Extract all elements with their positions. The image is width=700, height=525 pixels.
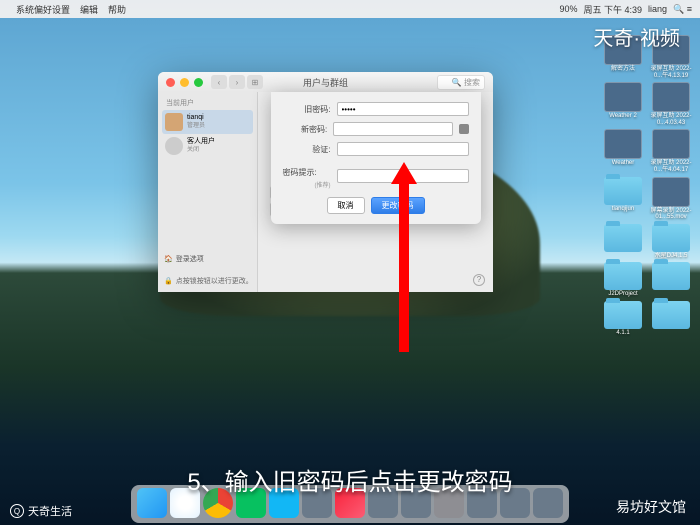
help-icon[interactable]: ? [473, 274, 485, 286]
window-main: 旧密码: 新密码: 验证: 密码提示:(推荐) 取消 更改密码 联系 允许用户使… [258, 92, 493, 292]
forward-icon[interactable]: › [229, 75, 245, 89]
new-password-label: 新密码: [283, 124, 328, 135]
window-titlebar[interactable]: ‹›⊞ 用户与群组 🔍 搜索 [158, 72, 493, 92]
desktop-icon[interactable]: 水星DJ4.1.5 [650, 224, 692, 260]
menubar-edit[interactable]: 编辑 [80, 3, 98, 16]
menubar-icons[interactable]: 🔍 ≡ [673, 4, 692, 15]
zoom-icon [194, 78, 203, 87]
back-icon[interactable]: ‹ [211, 75, 227, 89]
menubar: 系统偏好设置 编辑 帮助 90% 周五 下午 4:39 liang 🔍 ≡ [0, 0, 700, 18]
menubar-user[interactable]: liang [648, 4, 667, 14]
desktop-icon[interactable] [650, 262, 692, 298]
login-options[interactable]: 🏠 登录选项 [164, 254, 204, 264]
verify-input[interactable] [337, 142, 469, 156]
old-password-input[interactable] [337, 102, 469, 116]
sidebar-user-guest[interactable]: 客人用户关闭 [162, 134, 253, 158]
hint-label: 密码提示: [283, 168, 317, 177]
users-sidebar: 当前用户 tianqi管理员 客人用户关闭 🏠 登录选项 🔒 点按锁按钮以进行更… [158, 92, 258, 292]
cancel-button[interactable]: 取消 [327, 197, 365, 214]
desktop-icon[interactable]: Weather 2 [602, 82, 644, 126]
search-input[interactable]: 🔍 搜索 [437, 75, 485, 90]
new-password-input[interactable] [333, 122, 453, 136]
window-title: 用户与群组 [303, 76, 348, 89]
watermark-top-right: 天奇·视频 [593, 22, 680, 51]
desktop-icon[interactable]: Weather [602, 129, 644, 173]
traffic-lights[interactable] [166, 78, 203, 87]
desktop-icon[interactable]: 屏幕录制 2022-01...55.mov [650, 177, 692, 221]
change-password-button[interactable]: 更改密码 [371, 197, 425, 214]
avatar [165, 113, 183, 131]
desktop-icon[interactable]: J2DProject [602, 262, 644, 298]
lock-button[interactable]: 🔒 点按锁按钮以进行更改。 [164, 276, 253, 286]
desktop-icon[interactable] [602, 224, 644, 260]
sidebar-head: 当前用户 [162, 96, 253, 110]
old-password-label: 旧密码: [283, 104, 331, 115]
menubar-help[interactable]: 帮助 [108, 3, 126, 16]
menubar-app[interactable]: 系统偏好设置 [16, 3, 70, 16]
desktop-icon[interactable]: 4.1.1 [602, 301, 644, 337]
minimize-icon [180, 78, 189, 87]
desktop-icon[interactable]: tianqijun [602, 177, 644, 221]
menubar-datetime[interactable]: 周五 下午 4:39 [583, 3, 642, 16]
hint-input[interactable] [337, 169, 469, 183]
avatar [165, 137, 183, 155]
verify-label: 验证: [283, 144, 331, 155]
password-sheet: 旧密码: 新密码: 验证: 密码提示:(推荐) 取消 更改密码 [271, 92, 481, 224]
desktop-icon[interactable] [650, 301, 692, 337]
menubar-battery[interactable]: 90% [559, 4, 577, 14]
desktop-icons: 解密方法录屏互助 2022-0...午4.13.19 Weather 2录屏互助… [602, 35, 692, 337]
sidebar-user-current[interactable]: tianqi管理员 [162, 110, 253, 134]
close-icon [166, 78, 175, 87]
desktop-icon[interactable]: 录屏互助 2022-0...4.03.43 [650, 82, 692, 126]
preferences-window: ‹›⊞ 用户与群组 🔍 搜索 当前用户 tianqi管理员 客人用户关闭 🏠 登… [158, 72, 493, 292]
watermark-bottom-right: 易坊好文馆 [616, 497, 686, 517]
key-icon[interactable] [459, 124, 468, 134]
grid-icon[interactable]: ⊞ [247, 75, 263, 89]
desktop-icon[interactable]: 录屏互助 2022-0...午4.04.17 [650, 129, 692, 173]
tutorial-caption: 5、输入旧密码后点击更改密码 [0, 462, 700, 497]
watermark-bottom-left: Q天奇生活 [10, 503, 72, 519]
